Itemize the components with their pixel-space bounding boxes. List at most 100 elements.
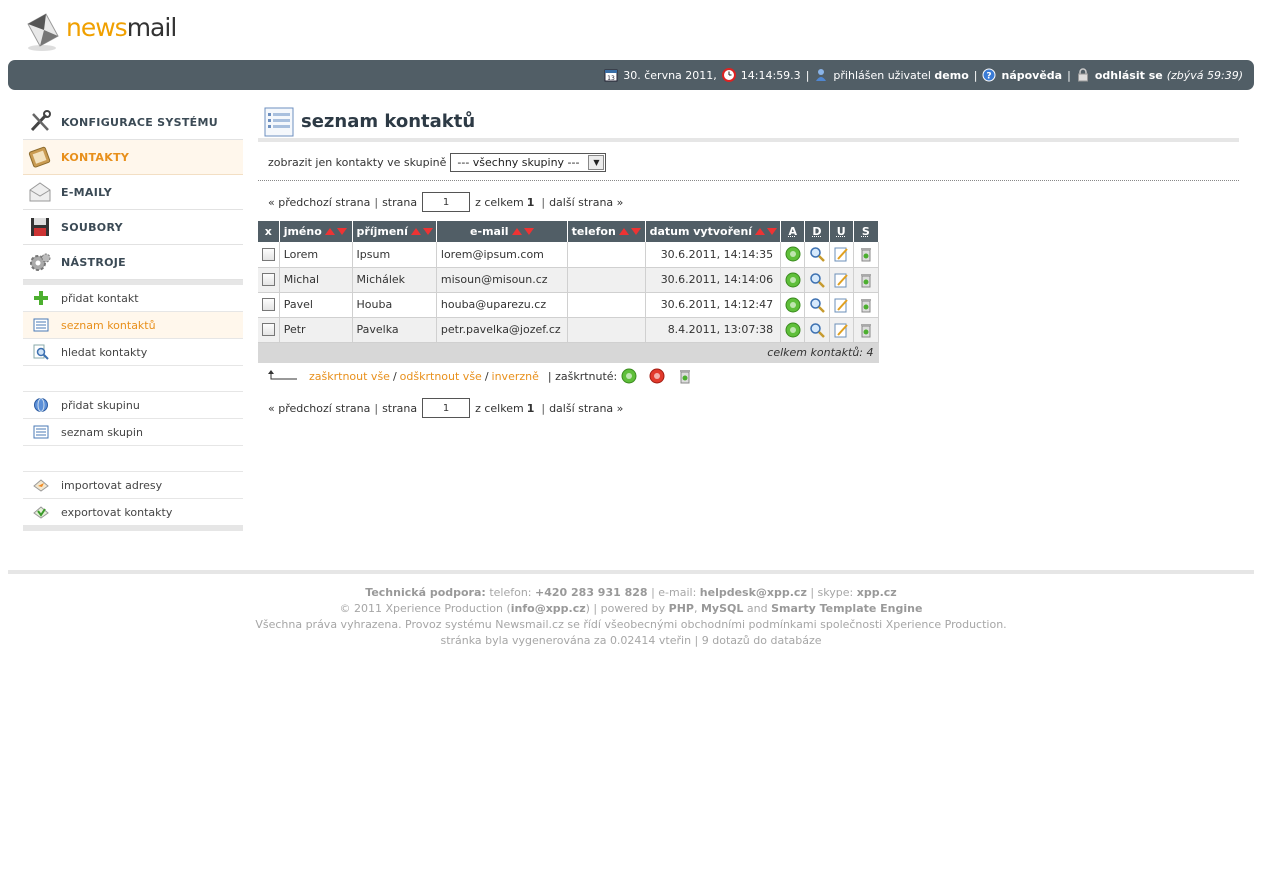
prev-page-link[interactable]: « předchozí strana (268, 196, 370, 209)
edit-icon[interactable] (833, 246, 849, 262)
user-prefix: přihlášen uživatel (833, 68, 931, 82)
support-email-link[interactable]: helpdesk@xpp.cz (700, 586, 807, 599)
envelope-logo-icon (27, 13, 59, 51)
sort-desc-icon[interactable] (523, 228, 534, 235)
sidebar: KONFIGURACE SYSTÉMU KONTAKTY E-MAILY SOU… (23, 105, 243, 531)
activate-icon[interactable] (785, 322, 801, 338)
session-remaining: (zbývá 59:39) (1166, 68, 1243, 82)
generation-info: stránka byla vygenerována za 0.02414 vte… (440, 634, 822, 647)
activate-icon[interactable] (785, 297, 801, 313)
col-a[interactable]: A (780, 221, 806, 242)
check-all-link[interactable]: zaškrtnout vše (309, 370, 390, 383)
magnifier-icon[interactable] (809, 297, 825, 313)
row-checkbox[interactable] (261, 248, 275, 261)
next-page-link[interactable]: další strana » (549, 402, 623, 415)
col-select[interactable]: x (258, 221, 280, 242)
logout-link[interactable]: odhlásit se (1076, 68, 1163, 82)
contacts-table: x jméno příjmení e-mail telefon datum vy… (258, 221, 880, 363)
page-input[interactable]: 1 (422, 192, 471, 212)
activate-icon[interactable] (621, 368, 637, 384)
table-row: Lorem Ipsum lorem@ipsum.com 30.6.2011, 14:1… (258, 242, 880, 268)
nav-emaily[interactable]: E-MAILY (23, 175, 243, 210)
trash-icon[interactable] (858, 246, 874, 262)
cell-telefon (567, 317, 646, 343)
cell-s (853, 292, 880, 318)
deactivate-icon[interactable] (649, 368, 665, 384)
sort-desc-icon[interactable] (422, 228, 433, 235)
activate-icon[interactable] (785, 246, 801, 262)
cell-prijmeni: Pavelka (352, 317, 437, 343)
sidebar-item-seznam-skupin[interactable]: seznam skupin (23, 419, 243, 446)
magnifier-icon[interactable] (809, 272, 825, 288)
sort-asc-icon[interactable] (410, 228, 421, 235)
sidebar-item-exportovat-kontakty[interactable]: exportovat kontakty (23, 499, 243, 526)
nav-konfigurace[interactable]: KONFIGURACE SYSTÉMU (23, 105, 243, 140)
uncheck-all-link[interactable]: odškrtnout vše (400, 370, 482, 383)
row-checkbox[interactable] (261, 323, 275, 337)
col-datum[interactable]: datum vytvoření (645, 221, 782, 242)
sidebar-item-pridat-skupinu[interactable]: přidat skupinu (23, 392, 243, 419)
sort-asc-icon[interactable] (511, 228, 522, 235)
cell-d (804, 267, 830, 293)
cell-prijmeni: Ipsum (352, 242, 437, 268)
col-s[interactable]: S (853, 221, 880, 242)
edit-icon[interactable] (833, 297, 849, 313)
trash-icon[interactable] (677, 368, 693, 384)
cell-a (780, 317, 806, 343)
nav-soubory[interactable]: SOUBORY (23, 210, 243, 245)
trash-icon[interactable] (858, 322, 874, 338)
col-telefon[interactable]: telefon (567, 221, 646, 242)
help-link[interactable]: ? nápověda (982, 68, 1062, 82)
col-jmeno[interactable]: jméno (279, 221, 353, 242)
invert-link[interactable]: inverzně (492, 370, 539, 383)
trash-icon[interactable] (858, 272, 874, 288)
logo[interactable]: newsmail (24, 8, 177, 54)
col-u[interactable]: U (829, 221, 854, 242)
cell-datum: 30.6.2011, 14:14:06 (645, 267, 782, 293)
cell-s (853, 267, 880, 293)
cell-telefon (567, 267, 646, 293)
sort-asc-icon[interactable] (755, 228, 766, 235)
sidebar-item-pridat-kontakt[interactable]: přidat kontakt (23, 285, 243, 312)
clock-icon (721, 68, 736, 82)
col-email[interactable]: e-mail (436, 221, 568, 242)
sidebar-item-seznam-kontaktu[interactable]: seznam kontaktů (23, 312, 243, 339)
prev-page-link[interactable]: « předchozí strana (268, 402, 370, 415)
cell-a (780, 242, 806, 268)
sort-asc-icon[interactable] (324, 228, 335, 235)
next-page-link[interactable]: další strana » (549, 196, 623, 209)
cell-d (804, 292, 830, 318)
sort-asc-icon[interactable] (618, 228, 629, 235)
nav-nastroje[interactable]: NÁSTROJE (23, 245, 243, 280)
sort-desc-icon[interactable] (336, 228, 347, 235)
row-checkbox[interactable] (261, 298, 275, 312)
trash-icon[interactable] (858, 297, 874, 313)
pager-top: « předchozí strana | strana 1 z celkem 1… (258, 191, 1239, 213)
page-input[interactable]: 1 (422, 398, 471, 418)
col-prijmeni[interactable]: příjmení (352, 221, 437, 242)
group-select[interactable]: --- všechny skupiny --- ▼ (450, 152, 607, 172)
magnifier-icon[interactable] (809, 246, 825, 263)
col-d[interactable]: D (804, 221, 830, 242)
date-text: 30. června 2011, (623, 68, 717, 82)
help-icon: ? (982, 68, 996, 82)
cell-s (853, 317, 880, 343)
pager-bottom: « předchozí strana | strana 1 z celkem 1… (258, 397, 1239, 419)
sidebar-item-importovat-adresy[interactable]: importovat adresy (23, 472, 243, 499)
edit-icon[interactable] (833, 322, 849, 338)
terms-text: Všechna práva vyhrazena. Provoz systému … (255, 618, 1007, 631)
sort-desc-icon[interactable] (630, 228, 641, 235)
nav-kontakty[interactable]: KONTAKTY (23, 140, 243, 175)
row-checkbox[interactable] (261, 273, 275, 287)
cell-a (780, 292, 806, 318)
envelope-icon (29, 182, 51, 202)
cell-datum: 30.6.2011, 14:14:35 (645, 242, 782, 268)
cell-telefon (567, 292, 646, 318)
sort-desc-icon[interactable] (767, 228, 778, 235)
magnifier-icon[interactable] (809, 322, 825, 338)
sidebar-item-hledat-kontakty[interactable]: hledat kontakty (23, 339, 243, 366)
activate-icon[interactable] (785, 272, 801, 288)
cell-prijmeni: Houba (352, 292, 437, 318)
edit-icon[interactable] (833, 272, 849, 288)
info-email-link[interactable]: info@xpp.cz (511, 602, 586, 615)
